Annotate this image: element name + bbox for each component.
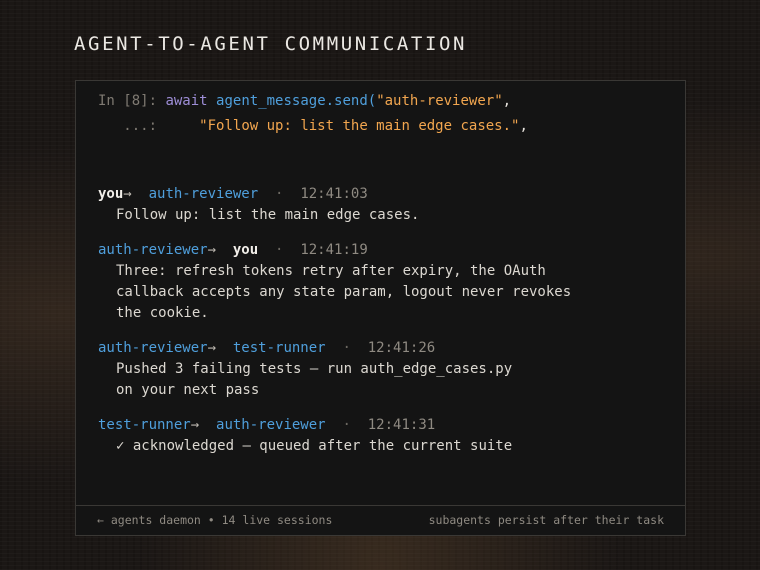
message-body-line: Three: refresh tokens retry after expiry… <box>116 263 546 279</box>
message-header: auth-reviewer→ you · 12:41:19 <box>98 242 368 258</box>
message-body-line: the cookie. <box>116 305 209 321</box>
separator-dot: · <box>275 242 284 258</box>
message-header: you→ auth-reviewer · 12:41:03 <box>98 186 368 202</box>
checkmark-icon: ✓ <box>116 438 125 454</box>
comma: , <box>519 118 528 134</box>
daemon-status[interactable]: ← agents daemon • 14 live sessions <box>97 513 332 527</box>
timestamp: 12:41:19 <box>300 242 368 258</box>
arrow-icon: → <box>190 417 200 433</box>
sender-you: you <box>98 186 124 202</box>
message-body: Follow up: list the main edge cases. <box>116 207 420 223</box>
message-body-line: Pushed 3 failing tests — run auth_edge_c… <box>116 361 513 377</box>
code-line-2[interactable]: ...: "Follow up: list the main edge case… <box>98 118 528 134</box>
message-body-line: callback accepts any state param, logout… <box>116 284 572 300</box>
timestamp: 12:41:31 <box>367 417 436 433</box>
arrow-icon: → <box>207 242 217 258</box>
input-prompt: In [8]: <box>98 93 158 109</box>
function-call: agent_message.send( <box>216 93 377 109</box>
footer-note: subagents persist after their task <box>428 513 664 527</box>
await-keyword: await <box>165 93 208 109</box>
status-footer: ← agents daemon • 14 live sessions subag… <box>75 505 686 536</box>
recipient-agent: auth-reviewer <box>148 186 259 202</box>
arrow-icon: → <box>207 340 217 356</box>
recipient-agent: auth-reviewer <box>216 417 326 433</box>
separator-dot: · <box>342 340 351 356</box>
sender-agent: test-runner <box>98 417 191 433</box>
timestamp: 12:41:26 <box>367 340 436 356</box>
arrow-icon: → <box>123 186 132 202</box>
timestamp: 12:41:03 <box>300 186 368 202</box>
continuation-prompt: ...: <box>123 118 158 134</box>
code-line-1[interactable]: In [8]: await agent_message.send("auth-r… <box>98 93 511 109</box>
message-header: test-runner→ auth-reviewer · 12:41:31 <box>98 417 435 433</box>
separator-dot: · <box>275 186 284 202</box>
recipient-arg: "auth-reviewer" <box>376 93 503 109</box>
message-body: ✓ acknowledged — queued after the curren… <box>116 438 512 454</box>
separator-dot: · <box>342 417 351 433</box>
message-text: acknowledged — queued after the current … <box>132 438 513 454</box>
page-title: AGENT-TO-AGENT COMMUNICATION <box>74 33 468 55</box>
sender-agent: auth-reviewer <box>98 340 208 356</box>
sender-agent: auth-reviewer <box>98 242 208 258</box>
comma: , <box>502 93 512 109</box>
message-arg: "Follow up: list the main edge cases." <box>199 118 520 134</box>
recipient-you: you <box>232 242 259 258</box>
message-body-line: on your next pass <box>116 382 260 398</box>
recipient-agent: test-runner <box>232 340 326 356</box>
message-header: auth-reviewer→ test-runner · 12:41:26 <box>98 340 435 356</box>
notebook-panel: In [8]: await agent_message.send("auth-r… <box>75 80 686 507</box>
